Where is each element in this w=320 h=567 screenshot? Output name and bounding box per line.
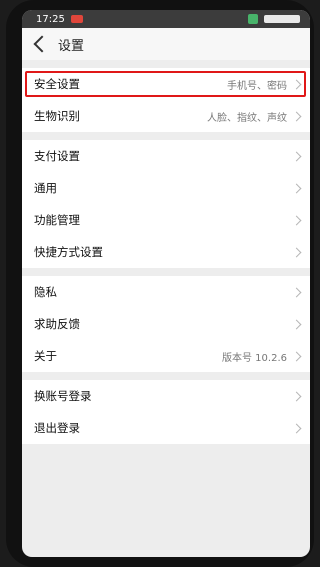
row-label: 生物识别 (34, 109, 80, 123)
highlight-box (25, 71, 306, 97)
chevron-right-icon (291, 111, 302, 121)
status-bar: 17:25 (22, 10, 310, 28)
row-label: 功能管理 (34, 213, 80, 227)
group-about: 隐私 求助反馈 关于 版本号 10.2.6 (22, 276, 310, 372)
row-label: 换账号登录 (34, 389, 92, 403)
group-general: 支付设置 通用 功能管理 快捷方式设置 (22, 140, 310, 268)
status-time: 17:25 (36, 13, 65, 25)
chevron-right-icon (291, 351, 302, 361)
notification-icon (70, 15, 83, 23)
row-switch-account[interactable]: 换账号登录 (22, 380, 310, 412)
row-privacy[interactable]: 隐私 (22, 276, 310, 308)
row-label: 求助反馈 (34, 317, 80, 331)
row-value: 人脸、指纹、声纹 (207, 112, 287, 124)
chevron-right-icon (291, 183, 302, 193)
row-payment-settings[interactable]: 支付设置 (22, 140, 310, 172)
row-biometrics[interactable]: 生物识别 人脸、指纹、声纹 (22, 100, 310, 132)
row-about[interactable]: 关于 版本号 10.2.6 (22, 340, 310, 372)
settings-screen: 17:25 设置 安全设置 手机号、密码 生物识别 人脸、指纹、声纹 支付设置 … (22, 10, 310, 557)
app-bar: 设置 (22, 28, 310, 60)
chevron-right-icon (291, 215, 302, 225)
chevron-right-icon (291, 319, 302, 329)
row-help-feedback[interactable]: 求助反馈 (22, 308, 310, 340)
back-arrow-icon[interactable] (33, 35, 51, 53)
row-logout[interactable]: 退出登录 (22, 412, 310, 444)
version-value: 版本号 10.2.6 (222, 352, 287, 364)
chevron-right-icon (291, 287, 302, 297)
battery-saver-icon (248, 14, 258, 24)
row-label: 关于 (34, 349, 57, 363)
group-account: 换账号登录 退出登录 (22, 380, 310, 444)
battery-icon (264, 15, 300, 23)
row-security-settings[interactable]: 安全设置 手机号、密码 (22, 68, 310, 100)
row-shortcut-settings[interactable]: 快捷方式设置 (22, 236, 310, 268)
row-general[interactable]: 通用 (22, 172, 310, 204)
status-right (248, 14, 300, 24)
phone-frame: 17:25 设置 安全设置 手机号、密码 生物识别 人脸、指纹、声纹 支付设置 … (6, 0, 314, 567)
row-label: 通用 (34, 181, 57, 195)
row-label: 隐私 (34, 285, 57, 299)
chevron-right-icon (291, 151, 302, 161)
chevron-right-icon (291, 247, 302, 257)
group-account-security: 安全设置 手机号、密码 生物识别 人脸、指纹、声纹 (22, 68, 310, 132)
chevron-right-icon (291, 391, 302, 401)
row-label: 退出登录 (34, 421, 80, 435)
chevron-right-icon (291, 423, 302, 433)
row-feature-management[interactable]: 功能管理 (22, 204, 310, 236)
page-title: 设置 (58, 38, 85, 54)
row-label: 支付设置 (34, 149, 80, 163)
row-label: 快捷方式设置 (34, 245, 103, 259)
